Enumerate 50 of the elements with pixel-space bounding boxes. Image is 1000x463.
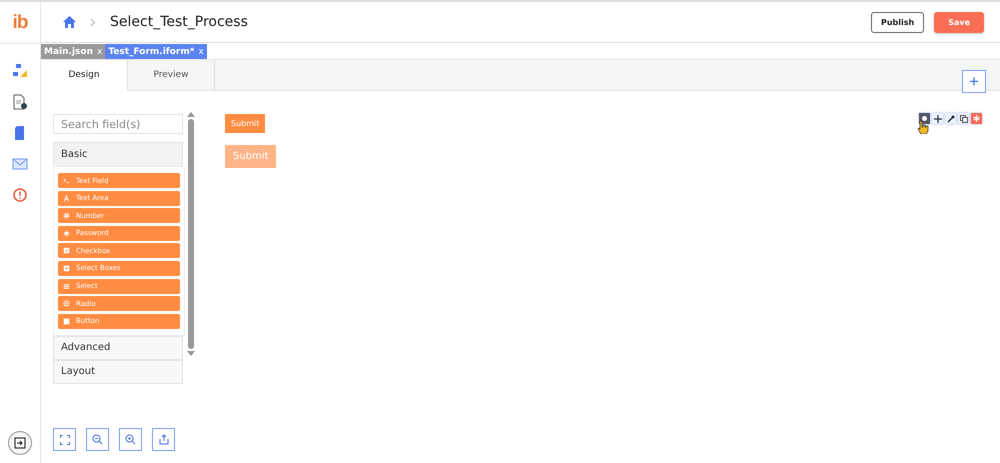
export-button[interactable]	[152, 428, 175, 451]
submit-button[interactable]: Submit	[225, 114, 266, 133]
close-icon[interactable]: x	[198, 46, 204, 56]
group-header[interactable]: Advanced	[53, 336, 183, 360]
submit-button[interactable]: Submit	[225, 145, 276, 168]
file-tab[interactable]: Test_Form.iform* x	[105, 44, 207, 59]
document-gear-icon[interactable]	[12, 94, 28, 110]
fit-screen-button[interactable]	[53, 428, 76, 451]
field-type-icon	[63, 300, 70, 308]
chevron-icon	[90, 18, 96, 26]
wrench-icon[interactable]	[945, 113, 956, 124]
field-type-icon	[63, 318, 70, 325]
field-type-icon	[63, 282, 70, 290]
hand-cursor-icon	[917, 120, 929, 134]
scroll-down-icon[interactable]	[187, 351, 195, 356]
file-tab[interactable]: Main.json x	[41, 44, 106, 59]
field-type-icon	[63, 247, 70, 254]
zoom-out-icon	[92, 434, 103, 445]
field-type-icon	[63, 264, 70, 272]
save-button[interactable]: Save	[934, 12, 984, 32]
zoom-out-button[interactable]	[86, 428, 109, 451]
view-tab[interactable]: Preview	[128, 60, 215, 90]
field-type-icon	[63, 212, 70, 220]
settings-icon[interactable]	[919, 113, 930, 124]
delete-icon[interactable]	[971, 113, 982, 124]
logo: ib	[0, 2, 40, 44]
page-title: Select_Test_Process	[110, 14, 248, 30]
zoom-in-icon	[125, 434, 136, 445]
exit-icon	[14, 437, 26, 449]
exit-button[interactable]	[8, 431, 32, 455]
home-icon[interactable]	[63, 16, 76, 28]
add-button[interactable]: +	[962, 70, 986, 93]
fullscreen-icon	[60, 434, 70, 444]
mail-icon[interactable]	[12, 156, 28, 172]
move-icon[interactable]	[932, 113, 943, 124]
group-header[interactable]: Layout	[53, 360, 183, 384]
flowchart-icon[interactable]	[12, 63, 28, 79]
view-tab[interactable]: Design	[41, 60, 128, 91]
publish-button[interactable]: Publish	[870, 12, 924, 32]
search-field[interactable]: Search field(s)	[53, 114, 183, 134]
copy-icon[interactable]	[958, 113, 969, 124]
field-type-icon	[63, 230, 70, 237]
alert-icon[interactable]	[12, 187, 28, 203]
field-type-icon	[63, 177, 70, 184]
share-icon	[158, 434, 168, 445]
zoom-in-button[interactable]	[119, 428, 142, 451]
field-type-icon	[63, 194, 70, 202]
close-icon[interactable]: x	[96, 46, 102, 56]
scroll-up-icon[interactable]	[187, 112, 195, 117]
group-header[interactable]: Basic	[53, 142, 183, 166]
